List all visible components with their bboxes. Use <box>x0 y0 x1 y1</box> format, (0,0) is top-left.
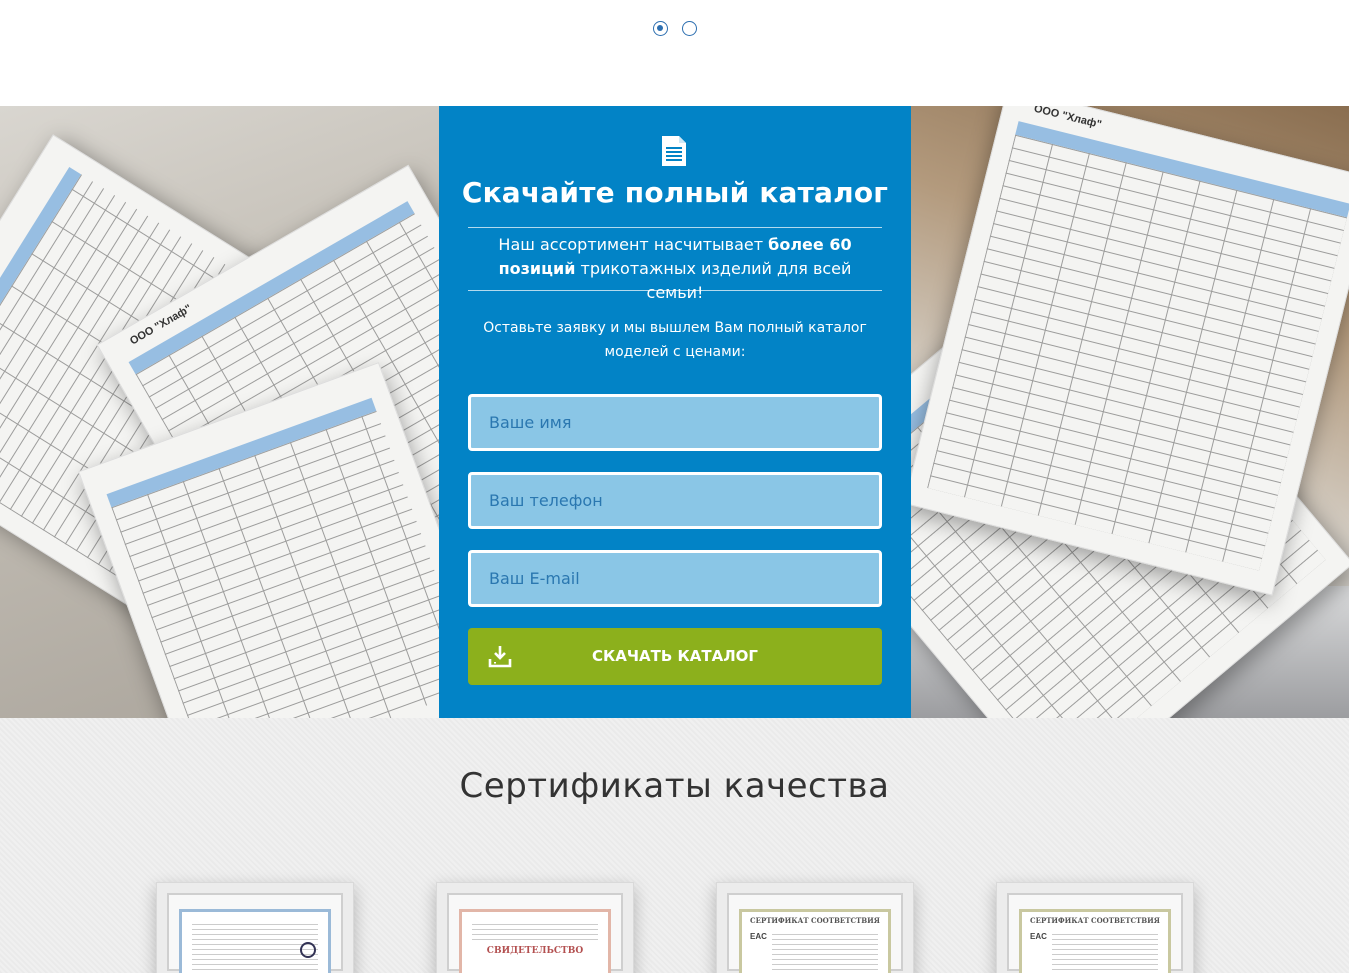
download-catalog-button[interactable]: Скачать каталог <box>468 628 882 685</box>
download-button-label: Скачать каталог <box>592 647 758 665</box>
certificate-image: СЕРТИФИКАТ СООТВЕТСТВИЯ EAC <box>1019 909 1171 973</box>
certificate-image: СЕРТИФИКАТ СООТВЕТСТВИЯ EAC <box>739 909 891 973</box>
divider <box>468 227 882 228</box>
document-icon <box>662 136 686 166</box>
slider-dot-1[interactable] <box>653 21 668 36</box>
certificate-image: СВИДЕТЕЛЬСТВО <box>459 909 611 973</box>
certificate-frame[interactable]: СЕРТИФИКАТ СООТВЕТСТВИЯ EAC <box>716 882 914 973</box>
certificate-image <box>179 909 331 973</box>
certificate-frame[interactable] <box>156 882 354 973</box>
slider-dot-2[interactable] <box>682 21 697 36</box>
seal-icon <box>300 942 316 958</box>
eac-mark-icon: EAC <box>1030 932 1047 941</box>
certificate-caption: СЕРТИФИКАТ СООТВЕТСТВИЯ <box>750 916 880 925</box>
catalog-title: Скачайте полный каталог <box>461 176 889 209</box>
assortment-prefix: Наш ассортимент насчитывает <box>498 235 769 254</box>
certificates-title: Сертификаты качества <box>459 766 890 806</box>
slider-pagination <box>653 21 697 36</box>
certificate-caption: СЕРТИФИКАТ СООТВЕТСТВИЯ <box>1030 916 1160 925</box>
eac-mark-icon: EAC <box>750 932 767 941</box>
email-input[interactable] <box>468 550 882 607</box>
assortment-text: Наш ассортимент насчитывает более 60 поз… <box>468 233 882 305</box>
catalog-request-form: Скачайте полный каталог Наш ассортимент … <box>439 106 911 718</box>
certificates-section: Сертификаты качества СВИДЕТЕЛЬСТВО СЕРТИ… <box>0 718 1349 973</box>
divider <box>468 290 882 291</box>
name-input[interactable] <box>468 394 882 451</box>
certificate-frame[interactable]: СВИДЕТЕЛЬСТВО <box>436 882 634 973</box>
slider-area <box>0 0 1349 106</box>
assortment-suffix: трикотажных изделий для всей семьи! <box>575 259 852 302</box>
certificate-caption: СВИДЕТЕЛЬСТВО <box>486 946 584 956</box>
certificate-frame[interactable]: СЕРТИФИКАТ СООТВЕТСТВИЯ EAC <box>996 882 1194 973</box>
phone-input[interactable] <box>468 472 882 529</box>
form-instruction: Оставьте заявку и мы вышлем Вам полный к… <box>483 320 867 360</box>
